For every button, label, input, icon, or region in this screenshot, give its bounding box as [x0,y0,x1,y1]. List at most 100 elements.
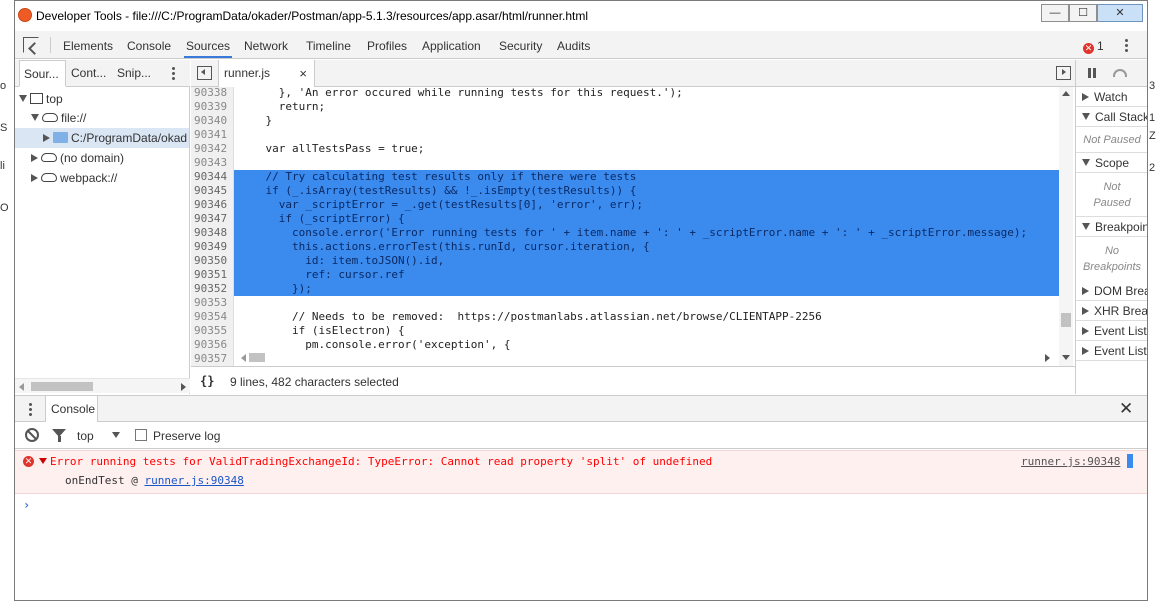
line-number[interactable]: 90340 [194,114,232,128]
code-line[interactable]: 90342 var allTestsPass = true; [191,142,1061,156]
code-line[interactable]: 90349 this.actions.errorTest(this.runId,… [191,240,1061,254]
line-number[interactable]: 90342 [194,142,232,156]
console-prompt[interactable]: › [23,498,30,512]
code-line[interactable]: 90341 [191,128,1061,142]
navigator-menu-icon[interactable] [172,67,176,82]
step-over-icon[interactable] [1113,69,1127,77]
tree-item-file[interactable]: file:// [31,108,86,128]
expand-arrow-icon[interactable] [39,458,47,464]
close-drawer-icon[interactable]: ✕ [1119,399,1133,419]
code-line[interactable]: 90339 return; [191,100,1061,114]
chevron-down-icon[interactable] [112,432,120,438]
line-number[interactable]: 90345 [194,184,232,198]
line-number[interactable]: 90350 [194,254,232,268]
line-number[interactable]: 90343 [194,156,232,170]
maximize-button[interactable]: ☐ [1069,4,1097,22]
tab-elements[interactable]: Elements [63,39,113,53]
scrollbar-thumb[interactable] [1061,313,1071,327]
navigator-tab-snippets[interactable]: Snip... [113,60,155,87]
drawer-menu-icon[interactable] [29,403,33,418]
code-line[interactable]: 90340 } [191,114,1061,128]
tab-security[interactable]: Security [499,39,542,53]
pane-event-listener-breakpoints[interactable]: Event Listener Breakpoints [1076,341,1147,361]
code-line[interactable]: 90346 var _scriptError = _.get(testResul… [191,198,1061,212]
navigator-tab-content-scripts[interactable]: Cont... [67,60,110,87]
code-line[interactable]: 90353 [191,296,1061,310]
pretty-print-button[interactable]: {} [200,374,214,388]
line-number[interactable]: 90357 [194,352,232,366]
scroll-left-icon[interactable] [19,383,24,391]
customize-menu-icon[interactable] [1125,39,1129,54]
pane-scope[interactable]: Scope [1076,153,1147,173]
scroll-right-icon[interactable] [1045,354,1050,362]
line-number[interactable]: 90349 [194,240,232,254]
line-number[interactable]: 90347 [194,212,232,226]
tab-timeline[interactable]: Timeline [306,39,351,53]
close-tab-icon[interactable]: × [299,60,307,87]
tab-console[interactable]: Console [127,39,171,53]
drawer-tab-console[interactable]: Console [45,396,98,423]
tree-item-no-domain[interactable]: (no domain) [31,148,124,168]
code-line[interactable]: 90356 pm.console.error('exception', { [191,338,1061,352]
tab-application[interactable]: Application [422,39,481,53]
scroll-up-icon[interactable] [1062,91,1070,96]
tab-network[interactable]: Network [244,39,288,53]
title-bar[interactable]: Developer Tools - file:///C:/ProgramData… [15,1,1147,31]
tree-item-top[interactable]: top [19,89,63,109]
line-number[interactable]: 90356 [194,338,232,352]
code-line[interactable]: 90354 // Needs to be removed: https://po… [191,310,1061,324]
pane-breakpoints[interactable]: Breakpoints [1076,217,1147,237]
preserve-log-checkbox[interactable] [135,429,147,441]
line-number[interactable]: 90338 [194,87,232,100]
code-line[interactable]: 90338 }, 'An error occured while running… [191,87,1061,100]
code-area[interactable]: 90338 }, 'An error occured while running… [191,87,1075,366]
tree-item-webpack[interactable]: webpack:// [31,168,117,188]
pane-call-stack[interactable]: Call Stack [1076,107,1147,127]
clear-console-icon[interactable] [25,428,39,442]
code-line[interactable]: 90344 // Try calculating test results on… [191,170,1061,184]
pane-dom-breakpoints[interactable]: DOM Breakpoints [1076,281,1147,301]
pane-xhr-breakpoints[interactable]: XHR Breakpoints [1076,301,1147,321]
code-line[interactable]: 90347 if (_scriptError) { [191,212,1061,226]
code-line[interactable]: 90355 if (isElectron) { [191,324,1061,338]
line-number[interactable]: 90352 [194,282,232,296]
code-line[interactable]: 90348 console.error('Error running tests… [191,226,1061,240]
code-line[interactable]: 90357 [191,352,1061,366]
code-line[interactable]: 90350 id: item.toJSON().id, [191,254,1061,268]
stack-source-link[interactable]: runner.js:90348 [144,474,243,487]
code-line[interactable]: 90351 ref: cursor.ref [191,268,1061,282]
line-number[interactable]: 90351 [194,268,232,282]
tab-sources[interactable]: Sources [186,39,230,53]
console-error-message[interactable]: ✕ Error running tests for ValidTradingEx… [15,450,1147,494]
file-tab-runner-js[interactable]: runner.js × [218,60,315,87]
toggle-navigator-icon[interactable] [197,66,212,80]
tab-profiles[interactable]: Profiles [367,39,407,53]
scroll-left-icon[interactable] [241,354,246,362]
navigator-tab-sources[interactable]: Sour... [19,60,66,87]
close-window-button[interactable]: ✕ [1097,4,1143,22]
toggle-debugger-icon[interactable] [1056,66,1071,80]
pane-event-listeners[interactable]: Event Listeners [1076,321,1147,341]
editor-vertical-scrollbar[interactable] [1059,87,1073,366]
scroll-down-icon[interactable] [1062,355,1070,360]
tree-item-folder[interactable]: C:/ProgramData/okad [15,128,189,148]
context-selector[interactable]: top [77,429,94,443]
line-number[interactable]: 90341 [194,128,232,142]
code-line[interactable]: 90345 if (_.isArray(testResults) && !_.i… [191,184,1061,198]
line-number[interactable]: 90348 [194,226,232,240]
inspect-element-icon[interactable] [23,37,39,53]
error-source-link[interactable]: runner.js:90348 [1021,455,1120,468]
pause-icon[interactable] [1088,68,1096,78]
filter-icon[interactable] [52,429,66,442]
editor-horizontal-scroll-thumb[interactable] [249,353,265,362]
error-count-badge[interactable]: ✕ 1 [1083,39,1104,54]
line-number[interactable]: 90339 [194,100,232,114]
line-number[interactable]: 90354 [194,310,232,324]
code-line[interactable]: 90352 }); [191,282,1061,296]
minimize-button[interactable]: — [1041,4,1069,22]
code-line[interactable]: 90343 [191,156,1061,170]
line-number[interactable]: 90346 [194,198,232,212]
pane-watch[interactable]: Watch [1076,87,1147,107]
line-number[interactable]: 90344 [194,170,232,184]
tab-audits[interactable]: Audits [557,39,590,53]
